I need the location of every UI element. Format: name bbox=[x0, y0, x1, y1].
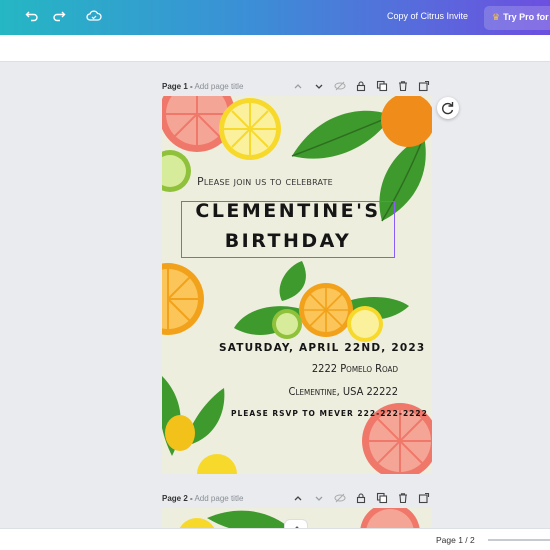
orange-top-right bbox=[381, 96, 432, 147]
hide-icon[interactable] bbox=[334, 80, 346, 92]
page-2-header: Page 2 - Add page title bbox=[162, 491, 432, 507]
address-line-2[interactable]: Clementine, USA 22222 bbox=[289, 385, 398, 398]
title-line-2[interactable]: BIRTHDAY bbox=[181, 230, 395, 252]
page-count-button[interactable]: Page 1 / 2 bbox=[436, 535, 475, 545]
page-1-header: Page 1 - Add page title bbox=[162, 79, 432, 95]
event-date[interactable]: SATURDAY, APRIL 22ND, 2023 bbox=[219, 342, 425, 354]
lock-icon[interactable] bbox=[355, 492, 367, 504]
address-line-1[interactable]: 2222 Pomelo Road bbox=[312, 362, 398, 375]
top-bar: Copy of Citrus Invite ♛Try Pro for 3 bbox=[0, 0, 550, 35]
delete-icon[interactable] bbox=[397, 492, 409, 504]
chevron-down-icon[interactable] bbox=[313, 492, 325, 504]
title-line-1[interactable]: CLEMENTINE'S bbox=[181, 200, 395, 222]
add-page-icon[interactable] bbox=[418, 80, 430, 92]
undo-icon[interactable] bbox=[25, 9, 43, 27]
page-number: Page 1 - bbox=[162, 82, 193, 91]
rsvp-text[interactable]: PLEASE RSVP TO MEVER 222-222-2222 bbox=[231, 409, 428, 418]
hide-icon[interactable] bbox=[334, 492, 346, 504]
try-pro-button[interactable]: ♛Try Pro for 3 bbox=[484, 6, 550, 30]
chevron-down-icon[interactable] bbox=[313, 80, 325, 92]
leaf-center-top bbox=[279, 261, 306, 301]
document-title[interactable]: Copy of Citrus Invite bbox=[387, 11, 468, 21]
bottom-bar: Page 1 / 2 bbox=[0, 528, 550, 550]
duplicate-icon[interactable] bbox=[376, 80, 388, 92]
redo-icon[interactable] bbox=[52, 9, 70, 27]
add-page-icon[interactable] bbox=[418, 492, 430, 504]
lock-icon[interactable] bbox=[355, 80, 367, 92]
crown-icon: ♛ bbox=[492, 12, 501, 22]
delete-icon[interactable] bbox=[397, 80, 409, 92]
refresh-sparkle-icon bbox=[442, 102, 454, 115]
editor-toolbar bbox=[0, 35, 550, 62]
magic-refresh-button[interactable] bbox=[437, 97, 459, 119]
page-2-label: Page 2 - Add page title bbox=[162, 494, 243, 503]
duplicate-icon[interactable] bbox=[376, 492, 388, 504]
try-pro-label: Try Pro for 3 bbox=[503, 12, 550, 22]
chevron-up-icon[interactable] bbox=[292, 492, 304, 504]
chevron-up-icon[interactable] bbox=[292, 80, 304, 92]
lemon-bottom-left bbox=[165, 415, 195, 451]
page-number: Page 2 - bbox=[162, 494, 193, 503]
cloud-saved-icon[interactable] bbox=[86, 9, 104, 27]
page-title-input[interactable]: Add page title bbox=[194, 82, 243, 91]
page-1-label: Page 1 - Add page title bbox=[162, 82, 243, 91]
zoom-slider[interactable] bbox=[488, 539, 550, 541]
page-title-input[interactable]: Add page title bbox=[194, 494, 243, 503]
leaf-top-right bbox=[292, 110, 392, 159]
invite-intro-text[interactable]: Please join us to celebrate bbox=[197, 175, 333, 188]
